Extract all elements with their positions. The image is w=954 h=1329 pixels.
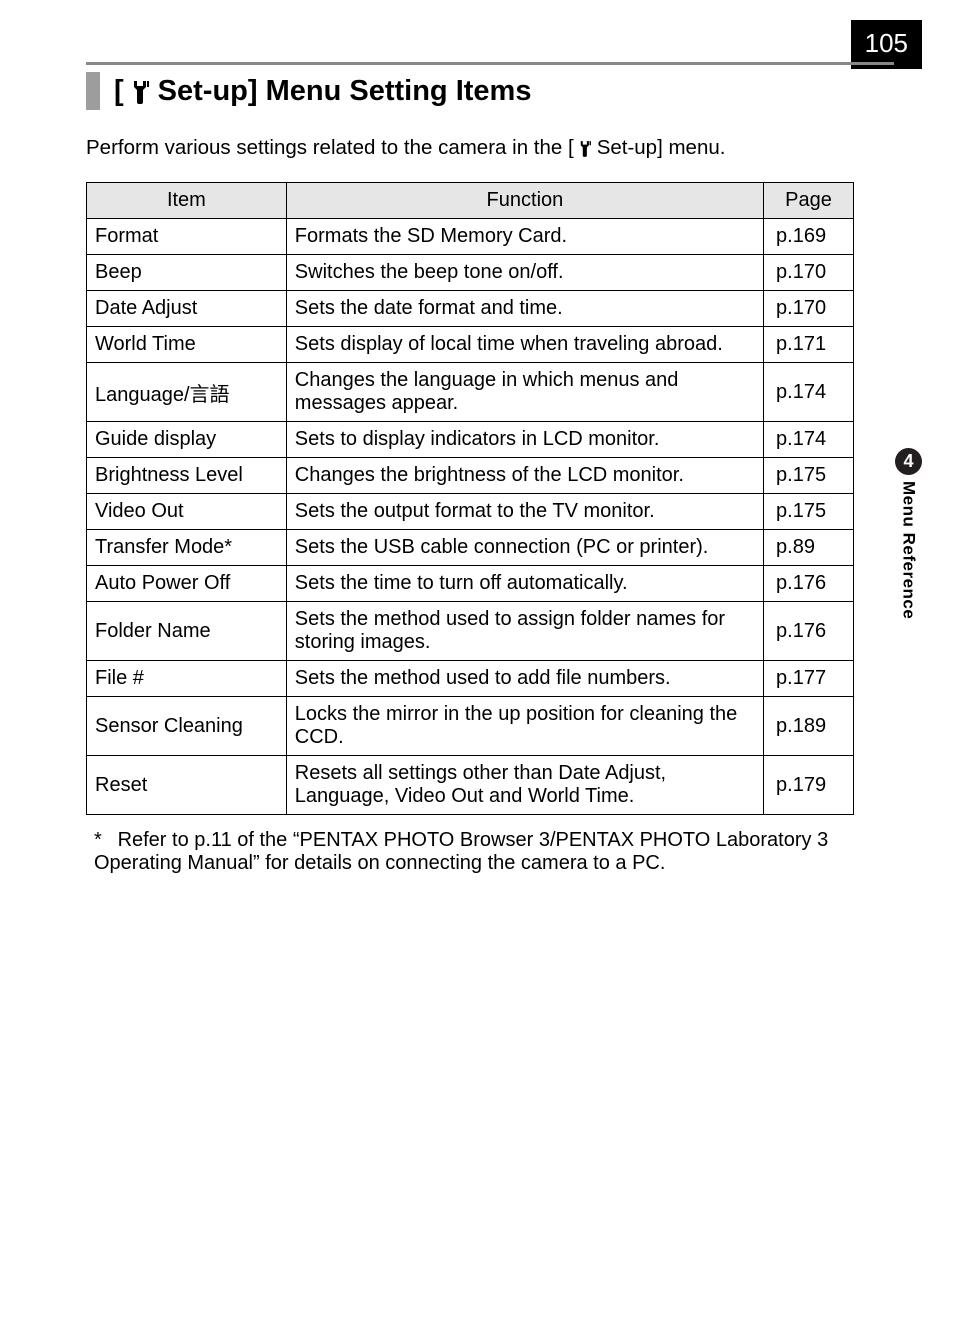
- heading-label: Set-up] Menu Setting Items: [158, 75, 532, 108]
- cell-item: Date Adjust: [87, 291, 287, 327]
- cell-function: Changes the brightness of the LCD monito…: [286, 458, 763, 494]
- table-header-row: Item Function Page: [87, 183, 854, 219]
- table-row: ResetResets all settings other than Date…: [87, 756, 854, 815]
- table-row: File #Sets the method used to add file n…: [87, 661, 854, 697]
- heading-prefix: [: [114, 75, 124, 108]
- cell-item: Guide display: [87, 422, 287, 458]
- col-header-item: Item: [87, 183, 287, 219]
- cell-page: p.179: [764, 756, 854, 815]
- cell-page: p.176: [764, 602, 854, 661]
- cell-function: Locks the mirror in the up position for …: [286, 697, 763, 756]
- cell-page: p.177: [764, 661, 854, 697]
- table-row: Date AdjustSets the date format and time…: [87, 291, 854, 327]
- cell-item: Transfer Mode*: [87, 530, 287, 566]
- cell-item: Brightness Level: [87, 458, 287, 494]
- table-row: Auto Power OffSets the time to turn off …: [87, 566, 854, 602]
- table-row: BeepSwitches the beep tone on/off.p.170: [87, 255, 854, 291]
- cell-function: Sets the method used to assign folder na…: [286, 602, 763, 661]
- cell-page: p.171: [764, 327, 854, 363]
- cell-function: Sets the output format to the TV monitor…: [286, 494, 763, 530]
- cell-function: Changes the language in which menus and …: [286, 363, 763, 422]
- table-row: Folder NameSets the method used to assig…: [87, 602, 854, 661]
- settings-table: Item Function Page FormatFormats the SD …: [86, 182, 854, 815]
- cell-page: p.189: [764, 697, 854, 756]
- chapter-label: Menu Reference: [899, 481, 919, 619]
- cell-item: Sensor Cleaning: [87, 697, 287, 756]
- table-row: Language/言語Changes the language in which…: [87, 363, 854, 422]
- table-row: Sensor CleaningLocks the mirror in the u…: [87, 697, 854, 756]
- cell-page: p.170: [764, 291, 854, 327]
- col-header-page: Page: [764, 183, 854, 219]
- cell-page: p.89: [764, 530, 854, 566]
- cell-function: Switches the beep tone on/off.: [286, 255, 763, 291]
- cell-item: World Time: [87, 327, 287, 363]
- intro-before: Perform various settings related to the …: [86, 136, 574, 160]
- cell-page: p.174: [764, 422, 854, 458]
- cell-function: Sets the method used to add file numbers…: [286, 661, 763, 697]
- page-content: [ Set-up] Menu Setting Items Perform var…: [86, 72, 854, 875]
- cell-item: Format: [87, 219, 287, 255]
- footnote-marker: *: [94, 829, 112, 852]
- footnote-text: Refer to p.11 of the “PENTAX PHOTO Brows…: [94, 829, 828, 874]
- table-row: FormatFormats the SD Memory Card.p.169: [87, 219, 854, 255]
- section-heading: [ Set-up] Menu Setting Items: [86, 72, 854, 110]
- cell-page: p.174: [764, 363, 854, 422]
- wrench-icon: [578, 139, 593, 157]
- table-row: Transfer Mode*Sets the USB cable connect…: [87, 530, 854, 566]
- cell-function: Sets display of local time when travelin…: [286, 327, 763, 363]
- footnote: * Refer to p.11 of the “PENTAX PHOTO Bro…: [86, 829, 854, 875]
- cell-item: Language/言語: [87, 363, 287, 422]
- cell-item: Video Out: [87, 494, 287, 530]
- cell-function: Sets the time to turn off automatically.: [286, 566, 763, 602]
- chapter-side-tab: 4 Menu Reference: [895, 448, 922, 619]
- cell-page: p.170: [764, 255, 854, 291]
- cell-page: p.176: [764, 566, 854, 602]
- cell-item: Auto Power Off: [87, 566, 287, 602]
- cell-function: Sets the USB cable connection (PC or pri…: [286, 530, 763, 566]
- cell-item: Folder Name: [87, 602, 287, 661]
- cell-function: Sets to display indicators in LCD monito…: [286, 422, 763, 458]
- intro-text: Perform various settings related to the …: [86, 136, 854, 160]
- table-row: Video OutSets the output format to the T…: [87, 494, 854, 530]
- heading-accent-bar: [86, 72, 100, 110]
- table-row: Guide displaySets to display indicators …: [87, 422, 854, 458]
- intro-after: Set-up] menu.: [597, 136, 726, 160]
- cell-function: Sets the date format and time.: [286, 291, 763, 327]
- cell-item: Reset: [87, 756, 287, 815]
- cell-item: File #: [87, 661, 287, 697]
- table-row: Brightness LevelChanges the brightness o…: [87, 458, 854, 494]
- cell-page: p.175: [764, 458, 854, 494]
- col-header-function: Function: [286, 183, 763, 219]
- chapter-number-badge: 4: [895, 448, 922, 475]
- cell-item: Beep: [87, 255, 287, 291]
- cell-function: Formats the SD Memory Card.: [286, 219, 763, 255]
- cell-page: p.169: [764, 219, 854, 255]
- heading-text: [ Set-up] Menu Setting Items: [114, 75, 531, 108]
- wrench-icon: [130, 78, 152, 104]
- table-row: World TimeSets display of local time whe…: [87, 327, 854, 363]
- cell-page: p.175: [764, 494, 854, 530]
- top-accent-bar: [86, 62, 894, 65]
- cell-function: Resets all settings other than Date Adju…: [286, 756, 763, 815]
